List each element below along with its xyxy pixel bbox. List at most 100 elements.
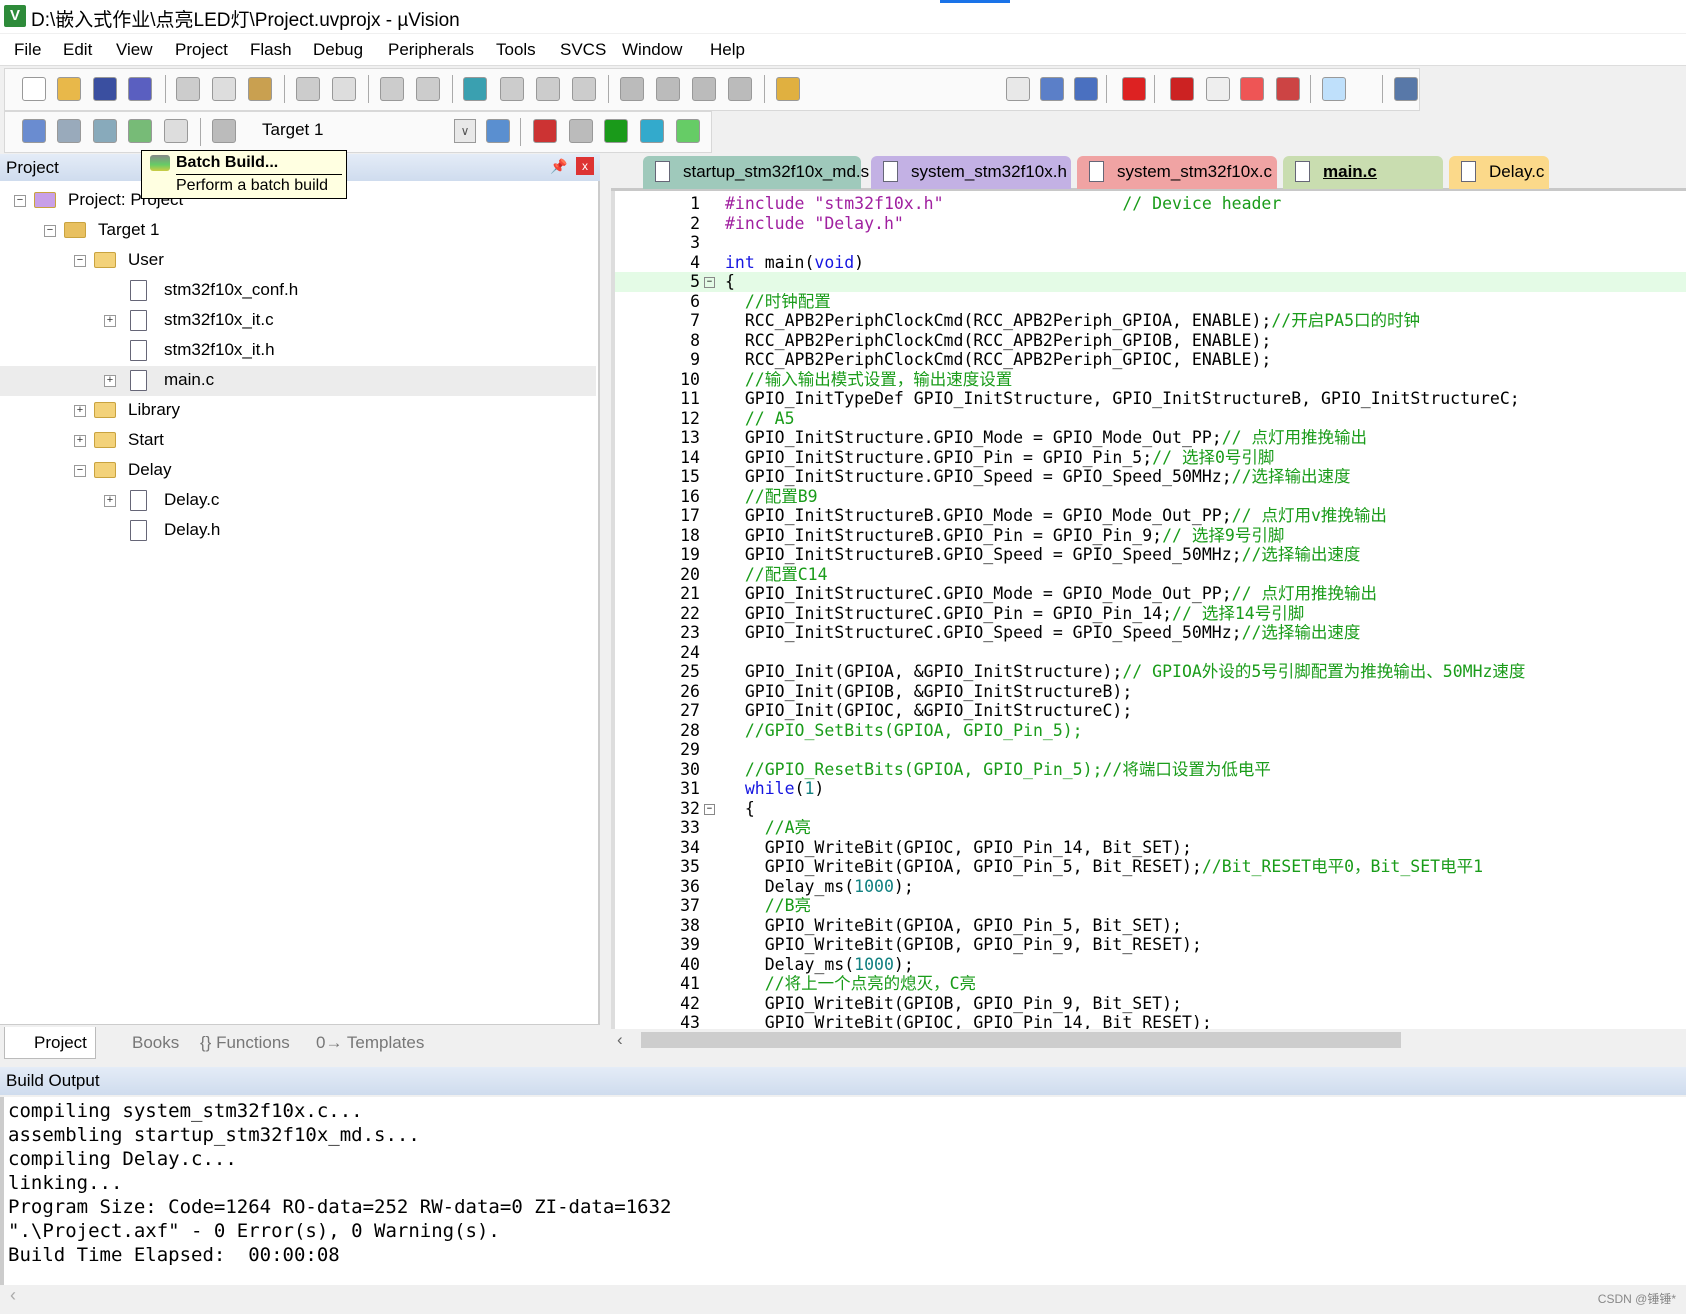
options-for-target-icon[interactable] bbox=[486, 119, 510, 143]
pack-sync-icon[interactable] bbox=[676, 119, 700, 143]
debug-session-icon[interactable] bbox=[1122, 77, 1146, 101]
stop-build-icon[interactable] bbox=[164, 119, 188, 143]
tree-item-file[interactable]: stm32f10x_it.h bbox=[0, 336, 596, 366]
save-icon[interactable] bbox=[93, 77, 117, 101]
menu-view[interactable]: View bbox=[116, 40, 153, 60]
download-load-icon[interactable] bbox=[212, 119, 236, 143]
paste-icon[interactable] bbox=[248, 77, 272, 101]
tab-system-stm32f10x-h[interactable]: system_stm32f10x.h bbox=[871, 156, 1071, 189]
code-line: 3 bbox=[615, 233, 1525, 253]
next-bookmark-icon[interactable] bbox=[536, 77, 560, 101]
scrollbar-thumb[interactable] bbox=[641, 1032, 1401, 1048]
bookmark-icon[interactable] bbox=[463, 77, 487, 101]
kill-all-breakpoints-icon[interactable] bbox=[1276, 77, 1300, 101]
tree-item-folder[interactable]: + Library bbox=[0, 396, 596, 426]
scroll-left-icon[interactable]: ‹ bbox=[617, 1030, 623, 1050]
fold-collapse-icon[interactable]: − bbox=[704, 803, 715, 815]
translate-icon[interactable] bbox=[22, 119, 46, 143]
menu-tools[interactable]: Tools bbox=[496, 40, 536, 60]
fold-gutter: − bbox=[700, 799, 725, 819]
tree-item-target[interactable]: − Target 1 bbox=[0, 216, 596, 246]
menu-edit[interactable]: Edit bbox=[63, 40, 92, 60]
find-in-files-icon[interactable] bbox=[776, 77, 800, 101]
breakpoint-icon[interactable] bbox=[1170, 77, 1194, 101]
prev-bookmark-icon[interactable] bbox=[500, 77, 524, 101]
line-number: 7 bbox=[690, 311, 700, 330]
build-icon[interactable] bbox=[57, 119, 81, 143]
tab-templates[interactable]: 0→ Templates bbox=[316, 1033, 424, 1053]
cut-icon[interactable] bbox=[176, 77, 200, 101]
copy-icon[interactable] bbox=[212, 77, 236, 101]
navigate-forward-icon[interactable] bbox=[416, 77, 440, 101]
collapse-icon[interactable]: − bbox=[74, 255, 86, 267]
close-panel-icon[interactable]: x bbox=[576, 157, 594, 175]
incremental-find-icon[interactable] bbox=[1074, 77, 1098, 101]
target-dropdown-arrow-icon[interactable]: ∨ bbox=[454, 119, 476, 143]
uncomment-icon[interactable] bbox=[728, 77, 752, 101]
redo-icon[interactable] bbox=[332, 77, 356, 101]
tab-system-stm32f10x-c[interactable]: system_stm32f10x.c bbox=[1077, 156, 1277, 189]
indent-icon[interactable] bbox=[620, 77, 644, 101]
new-file-icon[interactable] bbox=[22, 77, 46, 101]
menu-flash[interactable]: Flash bbox=[250, 40, 292, 60]
tree-item-file[interactable]: + main.c bbox=[0, 366, 596, 396]
menu-svcs[interactable]: SVCS bbox=[560, 40, 606, 60]
expand-icon[interactable]: + bbox=[104, 315, 116, 327]
tab-functions[interactable]: {} Functions bbox=[200, 1033, 290, 1053]
disable-all-breakpoints-icon[interactable] bbox=[1240, 77, 1264, 101]
clear-bookmarks-icon[interactable] bbox=[572, 77, 596, 101]
rebuild-icon[interactable] bbox=[93, 119, 117, 143]
tree-item-file[interactable]: + stm32f10x_it.c bbox=[0, 306, 596, 336]
comment-icon[interactable] bbox=[692, 77, 716, 101]
menu-file[interactable]: File bbox=[14, 40, 41, 60]
scroll-left-icon[interactable]: ‹ bbox=[10, 1285, 16, 1306]
build-output-scrollbar[interactable]: ‹ bbox=[0, 1285, 1686, 1307]
expand-icon[interactable]: + bbox=[74, 405, 86, 417]
menu-project[interactable]: Project bbox=[175, 40, 228, 60]
save-all-icon[interactable] bbox=[128, 77, 152, 101]
menu-debug[interactable]: Debug bbox=[313, 40, 363, 60]
expand-icon[interactable]: + bbox=[104, 375, 116, 387]
tab-startup-stm32f10x-md-s[interactable]: startup_stm32f10x_md.s bbox=[643, 156, 869, 189]
tree-item-folder[interactable]: + Start bbox=[0, 426, 596, 456]
find-icon[interactable] bbox=[1040, 77, 1064, 101]
tab-project[interactable]: Project bbox=[34, 1033, 87, 1053]
navigate-back-icon[interactable] bbox=[380, 77, 404, 101]
tab-main-c[interactable]: main.c bbox=[1283, 156, 1443, 189]
tab-books[interactable]: Books bbox=[132, 1033, 179, 1053]
dropdown-icon[interactable] bbox=[1006, 77, 1030, 101]
target-select[interactable]: Target 1 bbox=[262, 120, 323, 140]
undo-icon[interactable] bbox=[296, 77, 320, 101]
fold-collapse-icon[interactable]: − bbox=[704, 277, 715, 288]
select-packs-icon[interactable] bbox=[569, 119, 593, 143]
collapse-icon[interactable]: − bbox=[74, 465, 86, 477]
collapse-icon[interactable]: − bbox=[14, 195, 26, 207]
tree-item-file[interactable]: stm32f10x_conf.h bbox=[0, 276, 596, 306]
tree-item-folder[interactable]: − Delay bbox=[0, 456, 596, 486]
unindent-icon[interactable] bbox=[656, 77, 680, 101]
disable-breakpoint-icon[interactable] bbox=[1206, 77, 1230, 101]
batch-build-icon[interactable] bbox=[128, 119, 152, 143]
configure-wrench-icon[interactable] bbox=[1394, 77, 1418, 101]
window-layout-icon[interactable] bbox=[1322, 77, 1346, 101]
open-folder-icon[interactable] bbox=[57, 77, 81, 101]
collapse-icon[interactable]: − bbox=[44, 225, 56, 237]
tree-item-label: stm32f10x_it.h bbox=[164, 340, 275, 359]
line-number: 35 bbox=[680, 857, 700, 876]
pack-installer-icon[interactable] bbox=[640, 119, 664, 143]
manage-project-items-icon[interactable] bbox=[533, 119, 557, 143]
menu-peripherals[interactable]: Peripherals bbox=[388, 40, 474, 60]
expand-icon[interactable]: + bbox=[74, 435, 86, 447]
menu-help[interactable]: Help bbox=[710, 40, 745, 60]
expand-icon[interactable]: + bbox=[104, 495, 116, 507]
tree-item-file[interactable]: Delay.h bbox=[0, 516, 596, 546]
code-editor[interactable]: 1 #include "stm32f10x.h" // Device header… bbox=[611, 191, 1686, 1029]
menu-window[interactable]: Window bbox=[622, 40, 682, 60]
pin-icon[interactable]: 📌 bbox=[550, 158, 567, 175]
manage-run-time-environment-icon[interactable] bbox=[604, 119, 628, 143]
line-number: 25 bbox=[680, 662, 700, 681]
tree-item-file[interactable]: + Delay.c bbox=[0, 486, 596, 516]
tree-item-folder[interactable]: − User bbox=[0, 246, 596, 276]
editor-horizontal-scrollbar[interactable]: ‹ bbox=[611, 1029, 1686, 1051]
tab-delay-c[interactable]: Delay.c bbox=[1449, 156, 1549, 189]
